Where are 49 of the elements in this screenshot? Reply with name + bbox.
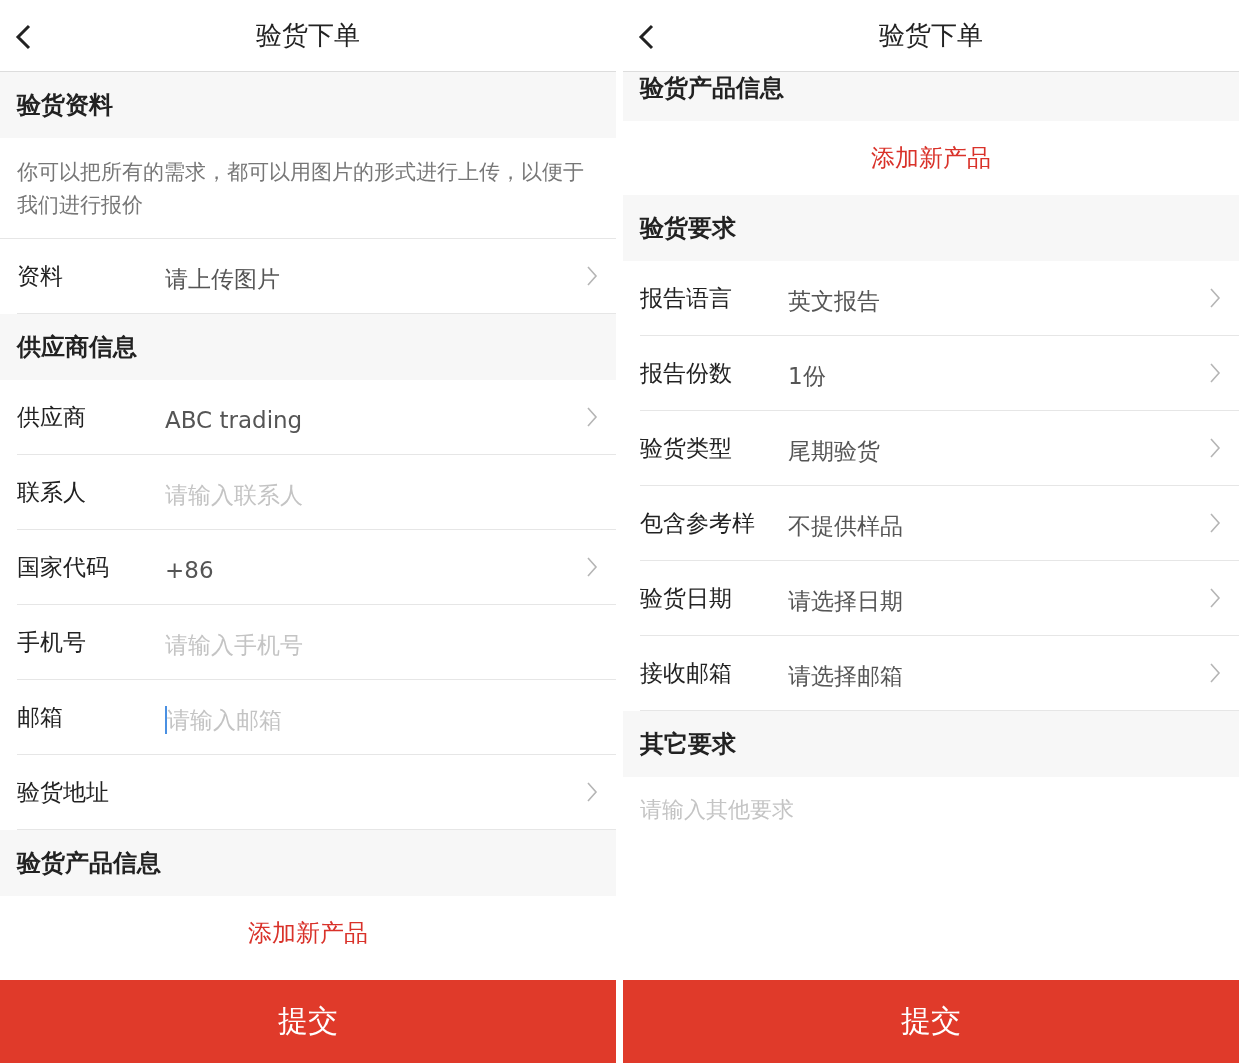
- field-value: 英文报告: [788, 286, 880, 316]
- field-value: 1份: [788, 361, 826, 391]
- field-label: 供应商: [17, 402, 87, 432]
- back-icon[interactable]: [14, 24, 32, 50]
- chevron-right-icon: [586, 556, 598, 578]
- back-icon[interactable]: [637, 24, 655, 50]
- field-label: 联系人: [17, 477, 87, 507]
- page-title: 验货下单: [256, 19, 360, 52]
- field-label: 验货日期: [640, 583, 733, 613]
- chevron-right-icon: [586, 406, 598, 428]
- chevron-right-icon: [1209, 362, 1221, 384]
- field-value: 尾期验货: [788, 436, 880, 466]
- field-value: 请选择邮箱: [788, 661, 903, 691]
- field-label: 资料: [17, 261, 64, 291]
- field-label: 验货类型: [640, 433, 733, 463]
- field-label: 验货地址: [17, 777, 110, 807]
- add-product-button[interactable]: 添加新产品: [248, 917, 368, 949]
- section-heading: 验货要求: [623, 195, 1239, 261]
- chevron-right-icon: [586, 265, 598, 287]
- add-product-button[interactable]: 添加新产品: [871, 142, 991, 174]
- input-field[interactable]: 请输入联系人: [165, 482, 598, 508]
- field-label: 邮箱: [17, 702, 64, 732]
- field-label: 包含参考样: [640, 508, 756, 538]
- section-heading: 其它要求: [623, 711, 1239, 777]
- field-value: +86: [165, 557, 214, 583]
- chevron-right-icon: [1209, 512, 1221, 534]
- chevron-right-icon: [1209, 287, 1221, 309]
- input-field[interactable]: 请输入手机号: [165, 632, 598, 658]
- chevron-right-icon: [1209, 662, 1221, 684]
- input-field[interactable]: 请输入邮箱: [167, 707, 598, 733]
- field-label: 报告语言: [640, 283, 733, 313]
- section-heading: 供应商信息: [0, 314, 616, 380]
- field-label: 报告份数: [640, 358, 733, 388]
- field-value: 不提供样品: [788, 511, 903, 541]
- page-title: 验货下单: [879, 19, 983, 52]
- chevron-right-icon: [586, 781, 598, 803]
- submit-button[interactable]: 提交: [0, 980, 616, 1063]
- section-heading: 验货资料: [0, 72, 616, 138]
- field-label: 国家代码: [17, 552, 110, 582]
- field-value: 请上传图片: [165, 264, 280, 294]
- field-label: 接收邮箱: [640, 658, 733, 688]
- section-heading: 验货产品信息: [0, 830, 616, 896]
- field-value: 请选择日期: [788, 586, 903, 616]
- field-label: 手机号: [17, 627, 87, 657]
- section-heading: 验货产品信息: [623, 72, 1239, 121]
- chevron-right-icon: [1209, 587, 1221, 609]
- field-value: ABC trading: [165, 407, 303, 433]
- submit-button[interactable]: 提交: [623, 980, 1239, 1063]
- chevron-right-icon: [1209, 437, 1221, 459]
